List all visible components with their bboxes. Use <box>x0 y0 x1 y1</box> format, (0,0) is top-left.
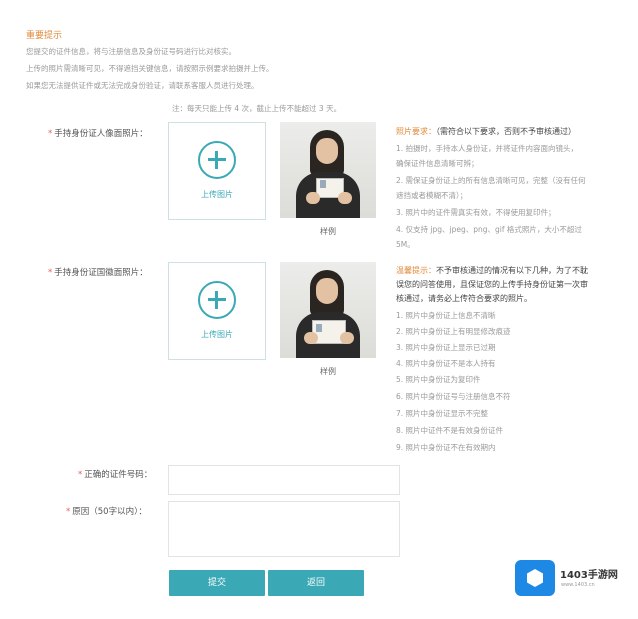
reason-item: 7. 照片中身份证显示不完整 <box>396 409 489 418</box>
back-upload-label: 上传图片 <box>201 330 233 339</box>
notice-title: 重要提示 <box>26 31 63 41</box>
back-sample-caption: 样例 <box>320 367 336 376</box>
requirement-line: 5M。 <box>396 240 415 249</box>
reason-item: 1. 照片中身份证上信息不清晰 <box>396 311 496 320</box>
id-number-label: * 正确的证件号码： <box>78 470 153 480</box>
reasons-line: 核通过，请务必上传符合要求的照片。 <box>396 294 532 303</box>
reason-label: * 原因（50字以内）： <box>66 507 147 517</box>
upload-limit-text: 注：每天只能上传 4 次，截止上传不能超过 3 天。 <box>172 104 342 113</box>
front-upload-label: 上传图片 <box>201 190 233 199</box>
requirement-line: 3. 照片中的证件需真实有效，不得使用复印件； <box>396 208 556 217</box>
watermark-logo-icon <box>515 560 555 596</box>
submit-button[interactable]: 提交 <box>169 570 265 596</box>
reasons-head: 温馨提示：不予审核通过的情况有以下几种，为了不耽 <box>396 266 588 275</box>
reason-item: 3. 照片中身份证上显示已过期 <box>396 343 496 352</box>
front-sample-caption: 样例 <box>320 227 336 236</box>
reason-item: 4. 照片中身份证不是本人持有 <box>396 359 496 368</box>
requirement-line: 遮挡或者模糊不清）； <box>396 191 468 200</box>
watermark-url: www.1403.cn <box>561 582 595 588</box>
front-photo-label: * 手持身份证人像面照片： <box>48 129 148 139</box>
back-photo-label: * 手持身份证国徽面照片： <box>48 268 148 278</box>
notice-line-1: 您提交的证件信息，将与注册信息及身份证号码进行比对核实。 <box>26 47 236 56</box>
requirement-line: 2. 需保证身份证上的所有信息清晰可见，完整（没有任何 <box>396 176 586 185</box>
reason-item: 9. 照片中身份证不在有效期内 <box>396 443 496 452</box>
reason-item: 6. 照片中身份证号与注册信息不符 <box>396 392 511 401</box>
required-mark: * <box>78 470 83 480</box>
front-sample-image <box>280 122 376 218</box>
requirement-line: 确保证件信息清晰可辨； <box>396 159 479 168</box>
requirements-head: 照片要求：（需符合以下要求，否则不予审核通过） <box>396 127 576 136</box>
required-mark: * <box>66 507 71 517</box>
requirement-line: 4. 仅支持 jpg、jpeg、png、gif 格式照片，大小不超过 <box>396 225 582 234</box>
plus-icon <box>198 281 236 319</box>
required-mark: * <box>48 129 53 139</box>
notice-line-2: 上传的照片需清晰可见，不得遮挡关键信息，请按照示例要求拍摄并上传。 <box>26 64 274 73</box>
back-upload-button[interactable]: 上传图片 <box>168 262 266 360</box>
plus-icon <box>198 141 236 179</box>
required-mark: * <box>48 268 53 278</box>
reason-item: 2. 照片中身份证上有明显修改痕迹 <box>396 327 511 336</box>
reason-item: 5. 照片中身份证为复印件 <box>396 375 481 384</box>
notice-line-3: 如果您无法提供证件或无法完成身份验证，请联系客服人员进行处理。 <box>26 81 259 90</box>
reasons-line: 误您的问答使用，且保证您的上传手持身份证第一次审 <box>396 280 588 289</box>
front-upload-button[interactable]: 上传图片 <box>168 122 266 220</box>
reason-item: 8. 照片中证件不是有效身份证件 <box>396 426 504 435</box>
id-number-input[interactable] <box>168 465 400 495</box>
back-sample-image <box>280 262 376 358</box>
back-button[interactable]: 返回 <box>268 570 364 596</box>
watermark-brand: 1403手游网 <box>560 570 618 581</box>
reason-textarea[interactable] <box>168 501 400 557</box>
requirement-line: 1. 拍摄时，手持本人身份证，并将证件内容面向镜头， <box>396 144 579 153</box>
